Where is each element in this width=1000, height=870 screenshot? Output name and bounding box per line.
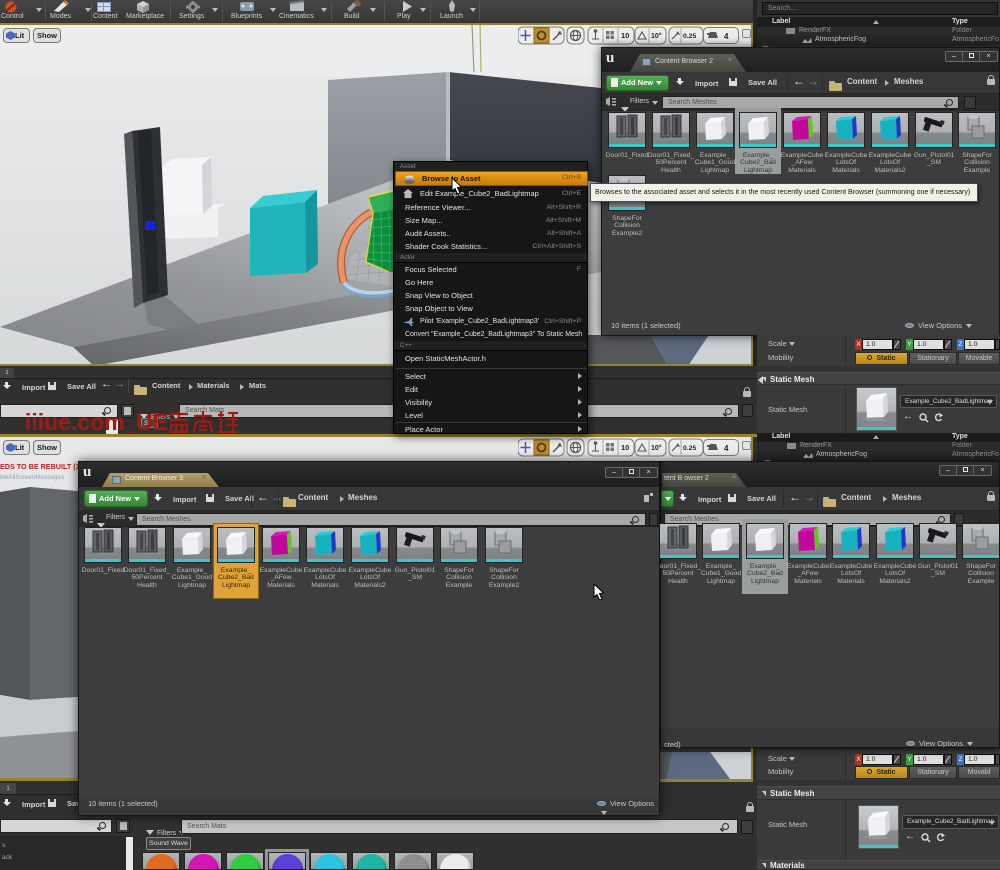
svg-text:10: 10 — [621, 31, 629, 40]
svg-text:4: 4 — [724, 444, 729, 453]
svg-text:4: 4 — [724, 32, 729, 41]
svg-text:0.25: 0.25 — [683, 445, 696, 452]
svg-text:10°: 10° — [651, 444, 662, 452]
svg-text:10: 10 — [621, 443, 629, 452]
svg-text:10°: 10° — [651, 32, 662, 40]
svg-text:0.25: 0.25 — [683, 33, 696, 40]
